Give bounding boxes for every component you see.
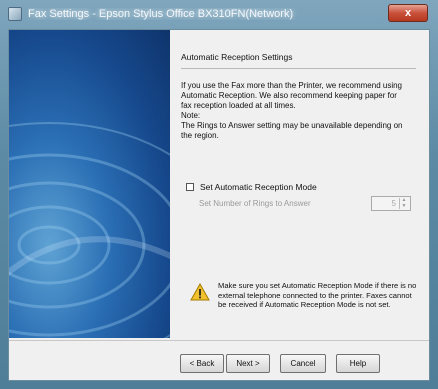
printer-icon [8,7,22,21]
wizard-side-graphic [9,30,170,338]
window-title: Fax Settings - Epson Stylus Office BX310… [28,8,294,20]
help-button[interactable]: Help [336,354,380,373]
warning-icon [190,283,210,301]
wizard-body: Automatic Reception Settings If you use … [8,29,430,381]
footer-divider [9,340,429,341]
content-panel: Automatic Reception Settings If you use … [181,36,421,141]
warning-text: Make sure you set Automatic Reception Mo… [218,281,417,309]
back-button[interactable]: < Back [180,354,224,373]
auto-reception-label: Set Automatic Reception Mode [200,182,317,192]
description-text: If you use the Fax more than the Printer… [181,81,403,140]
heading-divider [181,68,416,69]
title-bar[interactable]: Fax Settings - Epson Stylus Office BX310… [0,0,438,28]
rings-option: Set Number of Rings to Answer 5 ▲ ▼ [199,196,411,211]
wizard-buttons: < Back Next > Cancel Help [180,354,380,373]
cancel-button[interactable]: Cancel [280,354,326,373]
close-button[interactable]: x [388,4,428,22]
warning-note: Make sure you set Automatic Reception Mo… [190,281,422,310]
rings-spinner[interactable]: 5 ▲ ▼ [371,196,411,211]
section-heading: Automatic Reception Settings [181,52,293,62]
auto-reception-checkbox[interactable] [186,183,194,191]
fax-settings-window: Fax Settings - Epson Stylus Office BX310… [0,0,438,389]
rings-label: Set Number of Rings to Answer [199,199,311,208]
rings-value: 5 [391,199,396,208]
spinner-arrows-icon[interactable]: ▲ ▼ [399,198,408,209]
auto-reception-option[interactable]: Set Automatic Reception Mode [186,182,317,192]
next-button[interactable]: Next > [226,354,270,373]
